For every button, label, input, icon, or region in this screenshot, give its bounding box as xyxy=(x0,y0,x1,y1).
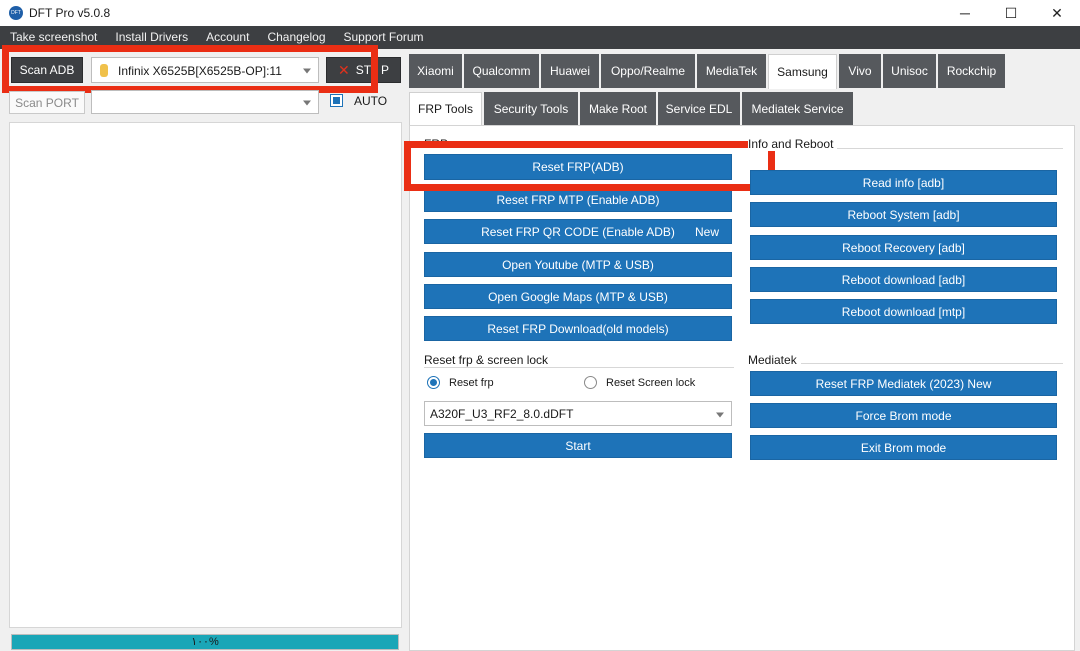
progress-bar: ١٠٠% xyxy=(11,634,399,650)
reboot-recovery-adb-button[interactable]: Reboot Recovery [adb] xyxy=(750,235,1057,260)
reset-lock-divider xyxy=(424,367,734,368)
tab-huawei[interactable]: Huawei xyxy=(541,54,599,88)
auto-checkbox[interactable] xyxy=(330,94,343,107)
title-bar: DFT DFT Pro v5.0.8 ─ ☐ ✕ xyxy=(0,0,1080,26)
scan-port-button[interactable]: Scan PORT xyxy=(9,91,85,114)
tab-unisoc[interactable]: Unisoc xyxy=(883,54,936,88)
firmware-select[interactable]: A320F_U3_RF2_8.0.dDFT xyxy=(424,401,732,426)
read-info-adb-button[interactable]: Read info [adb] xyxy=(750,170,1057,195)
tab-qualcomm[interactable]: Qualcomm xyxy=(464,54,539,88)
start-button[interactable]: Start xyxy=(424,433,732,458)
port-select[interactable] xyxy=(91,90,319,114)
tab-vivo[interactable]: Vivo xyxy=(839,54,881,88)
highlight-box-device xyxy=(2,45,378,93)
minimize-icon[interactable]: ─ xyxy=(942,0,988,26)
reboot-system-adb-button[interactable]: Reboot System [adb] xyxy=(750,202,1057,227)
open-google-maps-button[interactable]: Open Google Maps (MTP & USB) xyxy=(424,284,732,309)
tab-samsung[interactable]: Samsung xyxy=(768,54,837,89)
chevron-down-icon xyxy=(716,412,724,417)
tab-service-edl[interactable]: Service EDL xyxy=(658,92,740,125)
radio-checked-icon xyxy=(427,376,440,389)
radio-reset-screen-lock[interactable]: Reset Screen lock xyxy=(584,376,695,389)
reset-frp-download-button[interactable]: Reset FRP Download(old models) xyxy=(424,316,732,341)
new-badge: New xyxy=(694,224,719,239)
reboot-download-mtp-button[interactable]: Reboot download [mtp] xyxy=(750,299,1057,324)
firmware-select-value: A320F_U3_RF2_8.0.dDFT xyxy=(430,407,574,421)
chevron-down-icon xyxy=(303,100,311,106)
tab-make-root[interactable]: Make Root xyxy=(580,92,656,125)
open-youtube-button[interactable]: Open Youtube (MTP & USB) xyxy=(424,252,732,277)
radio-unchecked-icon xyxy=(584,376,597,389)
mediatek-group-label: Mediatek xyxy=(748,353,801,367)
radio-reset-screen-lock-label: Reset Screen lock xyxy=(606,376,696,389)
radio-reset-frp[interactable]: Reset frp xyxy=(427,376,494,389)
tab-security-tools[interactable]: Security Tools xyxy=(484,92,578,125)
force-brom-mode-button[interactable]: Force Brom mode xyxy=(750,403,1057,428)
auto-label: AUTO xyxy=(354,94,388,108)
radio-reset-frp-label: Reset frp xyxy=(449,376,494,389)
tab-mediatek-service[interactable]: Mediatek Service xyxy=(742,92,853,125)
app-logo-icon: DFT xyxy=(9,6,23,20)
reset-frp-qr-button[interactable]: Reset FRP QR CODE (Enable ADB) New xyxy=(424,219,732,244)
tab-mediatek[interactable]: MediaTek xyxy=(697,54,766,88)
log-output[interactable] xyxy=(9,122,402,628)
window-title: DFT Pro v5.0.8 xyxy=(29,6,111,20)
stop-label-b: P xyxy=(381,63,390,77)
exit-brom-mode-button[interactable]: Exit Brom mode xyxy=(750,435,1057,460)
highlight-box-reset-frp xyxy=(404,141,775,191)
close-icon[interactable]: ✕ xyxy=(1034,0,1080,26)
tab-oppo-realme[interactable]: Oppo/Realme xyxy=(601,54,695,88)
reset-frp-qr-label: Reset FRP QR CODE (Enable ADB) xyxy=(481,224,675,239)
tab-frp-tools[interactable]: FRP Tools xyxy=(409,92,482,125)
tab-rockchip[interactable]: Rockchip xyxy=(938,54,1005,88)
info-reboot-group-label: Info and Reboot xyxy=(748,137,838,151)
reboot-download-adb-button[interactable]: Reboot download [adb] xyxy=(750,267,1057,292)
maximize-icon[interactable]: ☐ xyxy=(988,0,1034,26)
progress-text: ١٠٠% xyxy=(191,636,219,648)
tab-xiaomi[interactable]: Xiaomi xyxy=(409,54,462,88)
reset-lock-group-label: Reset frp & screen lock xyxy=(424,353,553,367)
reset-frp-mediatek-button[interactable]: Reset FRP Mediatek (2023) New xyxy=(750,371,1057,396)
